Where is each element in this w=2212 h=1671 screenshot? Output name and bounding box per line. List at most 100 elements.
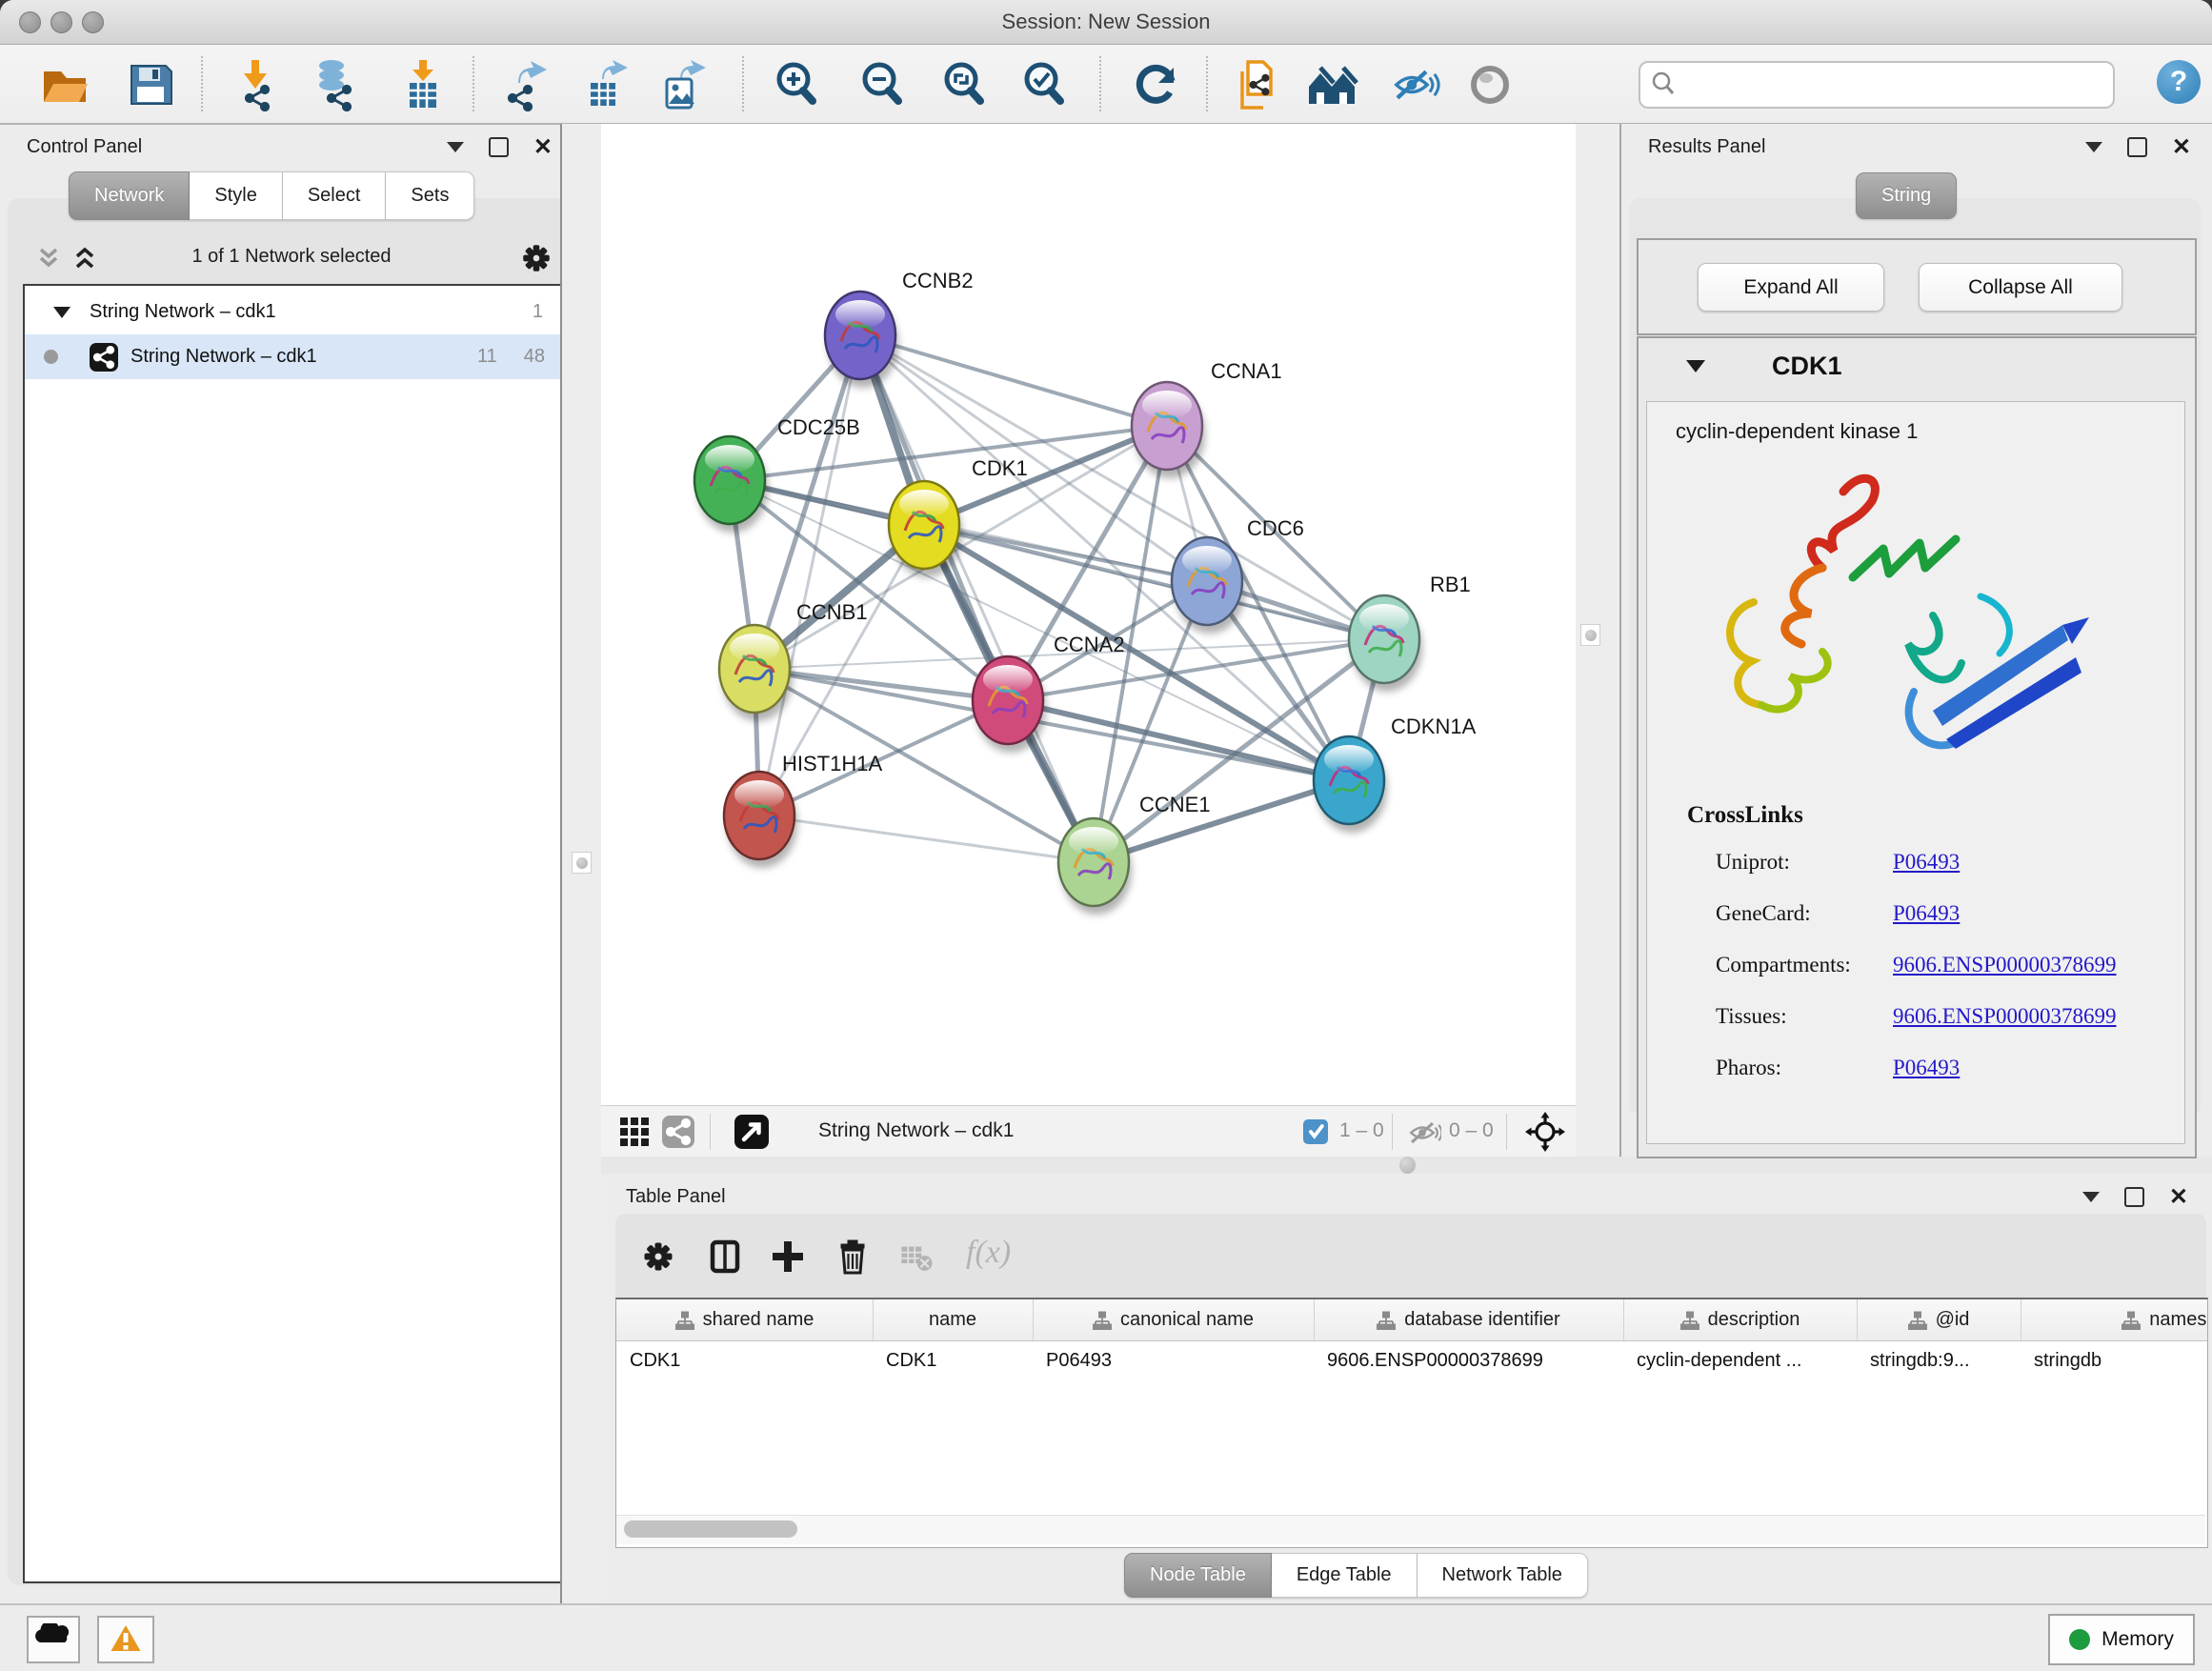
warnings-button[interactable]: [97, 1616, 154, 1663]
tab-sets[interactable]: Sets: [386, 171, 474, 220]
table-panel-maximize-icon[interactable]: [2124, 1187, 2144, 1207]
zoom-fit-icon[interactable]: [937, 58, 991, 111]
cell-name[interactable]: CDK1: [873, 1340, 1033, 1381]
control-panel-splitter[interactable]: [562, 124, 602, 1603]
zoom-out-icon[interactable]: [855, 58, 909, 111]
export-network-icon[interactable]: [501, 58, 554, 111]
column-header-namespace[interactable]: namespace: [2021, 1299, 2208, 1340]
cell-description[interactable]: cyclin-dependent ...: [1623, 1340, 1857, 1381]
cell-namespace[interactable]: stringdb: [2021, 1340, 2208, 1381]
crosslink-link-genecard-[interactable]: P06493: [1893, 901, 1960, 926]
network-options-gear-icon[interactable]: [518, 240, 554, 276]
tab-network-table[interactable]: Network Table: [1418, 1553, 1588, 1598]
gene-expander-icon[interactable]: [1686, 360, 1705, 372]
show-graphics-details-icon[interactable]: [1463, 58, 1517, 111]
column-header-description[interactable]: description: [1623, 1299, 1858, 1340]
detach-view-icon[interactable]: [733, 1113, 771, 1151]
crosslink-link-uniprot-[interactable]: P06493: [1893, 850, 1960, 875]
tab-style[interactable]: Style: [190, 171, 282, 220]
column-header-database-identifier[interactable]: database identifier: [1314, 1299, 1624, 1340]
network-canvas[interactable]: CCNB2CCNA1CDC25BCDK1CDC6RB1CCNB1CCNA2CDK…: [601, 124, 1576, 1105]
control-panel-float-icon[interactable]: [447, 142, 464, 152]
zoom-selected-icon[interactable]: [1017, 58, 1071, 111]
gene-section-header[interactable]: CDK1: [1639, 338, 2195, 393]
column-header-canonical-name[interactable]: canonical name: [1033, 1299, 1315, 1340]
tab-edge-table[interactable]: Edge Table: [1272, 1553, 1418, 1598]
hide-graphics-details-icon[interactable]: [1389, 58, 1442, 111]
refresh-icon[interactable]: [1130, 58, 1183, 111]
fit-content-crosshair-icon[interactable]: [1523, 1110, 1567, 1154]
expand-all-button[interactable]: Expand All: [1698, 263, 1884, 312]
node-rb1[interactable]: RB1: [1349, 573, 1471, 692]
results-panel-splitter[interactable]: [1576, 124, 1619, 1157]
delete-column-icon[interactable]: [831, 1235, 875, 1278]
string-view-icon[interactable]: [660, 1114, 696, 1150]
network-row-selected[interactable]: String Network – cdk1 11 48: [25, 334, 562, 379]
statusbar-separator: [1506, 1114, 1507, 1150]
node-ccne1[interactable]: CCNE1: [1058, 793, 1211, 915]
column-header--id[interactable]: @id: [1857, 1299, 2021, 1340]
node-ccnb1[interactable]: CCNB1: [719, 600, 868, 721]
crosslink-link-tissues-[interactable]: 9606.ENSP00000378699: [1893, 1004, 2117, 1029]
edge-ccnb2-hist1h1a[interactable]: [759, 335, 860, 815]
results-panel-close-icon[interactable]: ✕: [2172, 139, 2191, 155]
splitter-grip[interactable]: [572, 852, 592, 874]
hidden-elements-icon[interactable]: [1403, 1117, 1441, 1149]
control-panel-maximize-icon[interactable]: [489, 137, 509, 157]
export-image-icon[interactable]: [655, 58, 709, 111]
edge-ccnb2-ccna1[interactable]: [860, 335, 1167, 426]
export-table-icon[interactable]: [581, 58, 634, 111]
crosslink-link-compartments-[interactable]: 9606.ENSP00000378699: [1893, 953, 2117, 977]
results-panel-maximize-icon[interactable]: [2127, 137, 2147, 157]
import-network-database-icon[interactable]: [307, 58, 360, 111]
node-hist1h1a[interactable]: HIST1H1A: [724, 752, 882, 868]
edge-ccne1-cdkn1a[interactable]: [1094, 780, 1349, 862]
cell-canonical-name[interactable]: P06493: [1033, 1340, 1314, 1381]
edge-ccne1-hist1h1a[interactable]: [759, 815, 1094, 862]
open-session-icon[interactable]: [38, 58, 91, 111]
function-builder-icon[interactable]: f(x): [966, 1235, 1011, 1271]
import-table-icon[interactable]: [396, 58, 450, 111]
memory-button[interactable]: Memory: [2048, 1614, 2195, 1665]
show-columns-icon[interactable]: [703, 1235, 747, 1278]
splitter-knob[interactable]: [1399, 1157, 1416, 1174]
zoom-in-icon[interactable]: [770, 58, 823, 111]
import-network-file-icon[interactable]: [229, 58, 282, 111]
cell-database-identifier[interactable]: 9606.ENSP00000378699: [1314, 1340, 1623, 1381]
cloud-button[interactable]: [27, 1616, 80, 1663]
network-collection-row[interactable]: String Network – cdk1 1: [25, 290, 562, 334]
help-button[interactable]: ?: [2157, 60, 2201, 104]
clone-network-icon[interactable]: [1231, 58, 1284, 111]
collection-expander-icon[interactable]: [53, 307, 70, 318]
delete-table-icon[interactable]: [897, 1235, 935, 1278]
control-panel-close-icon[interactable]: ✕: [533, 139, 553, 155]
column-header-name[interactable]: name: [873, 1299, 1034, 1340]
cell-shared-name[interactable]: CDK1: [616, 1340, 873, 1381]
search-input[interactable]: [1682, 65, 2105, 103]
table-panel-splitter[interactable]: [601, 1157, 2212, 1174]
collapse-all-button[interactable]: Collapse All: [1919, 263, 2122, 312]
scrollbar-thumb[interactable]: [624, 1520, 797, 1538]
tab-network[interactable]: Network: [69, 171, 190, 220]
node-ccna1[interactable]: CCNA1: [1132, 359, 1282, 478]
node-cdkn1a[interactable]: CDKN1A: [1314, 715, 1477, 833]
tab-string[interactable]: String: [1856, 172, 1957, 219]
table-options-gear-icon[interactable]: [636, 1235, 680, 1278]
grid-layout-icon[interactable]: [616, 1114, 653, 1150]
edge-ccnb1-ccna2[interactable]: [754, 669, 1008, 700]
crosslink-link-pharos-[interactable]: P06493: [1893, 1056, 1960, 1080]
save-session-icon[interactable]: [124, 58, 177, 111]
results-panel-float-icon[interactable]: [2085, 142, 2102, 152]
table-panel-float-icon[interactable]: [2082, 1192, 2100, 1202]
edge-ccnb2-ccne1[interactable]: [860, 335, 1094, 862]
tab-select[interactable]: Select: [283, 171, 387, 220]
home-legacy-ui-icon[interactable]: [1305, 58, 1358, 111]
cell--id[interactable]: stringdb:9...: [1857, 1340, 2021, 1381]
table-panel-close-icon[interactable]: ✕: [2169, 1189, 2188, 1205]
column-header-shared-name[interactable]: shared name: [616, 1299, 874, 1340]
selected-checkbox-icon[interactable]: [1303, 1119, 1329, 1145]
tab-node-table[interactable]: Node Table: [1124, 1553, 1272, 1598]
splitter-grip[interactable]: [1580, 624, 1600, 646]
create-column-icon[interactable]: [766, 1235, 810, 1278]
table-horizontal-scrollbar[interactable]: [616, 1515, 2205, 1544]
